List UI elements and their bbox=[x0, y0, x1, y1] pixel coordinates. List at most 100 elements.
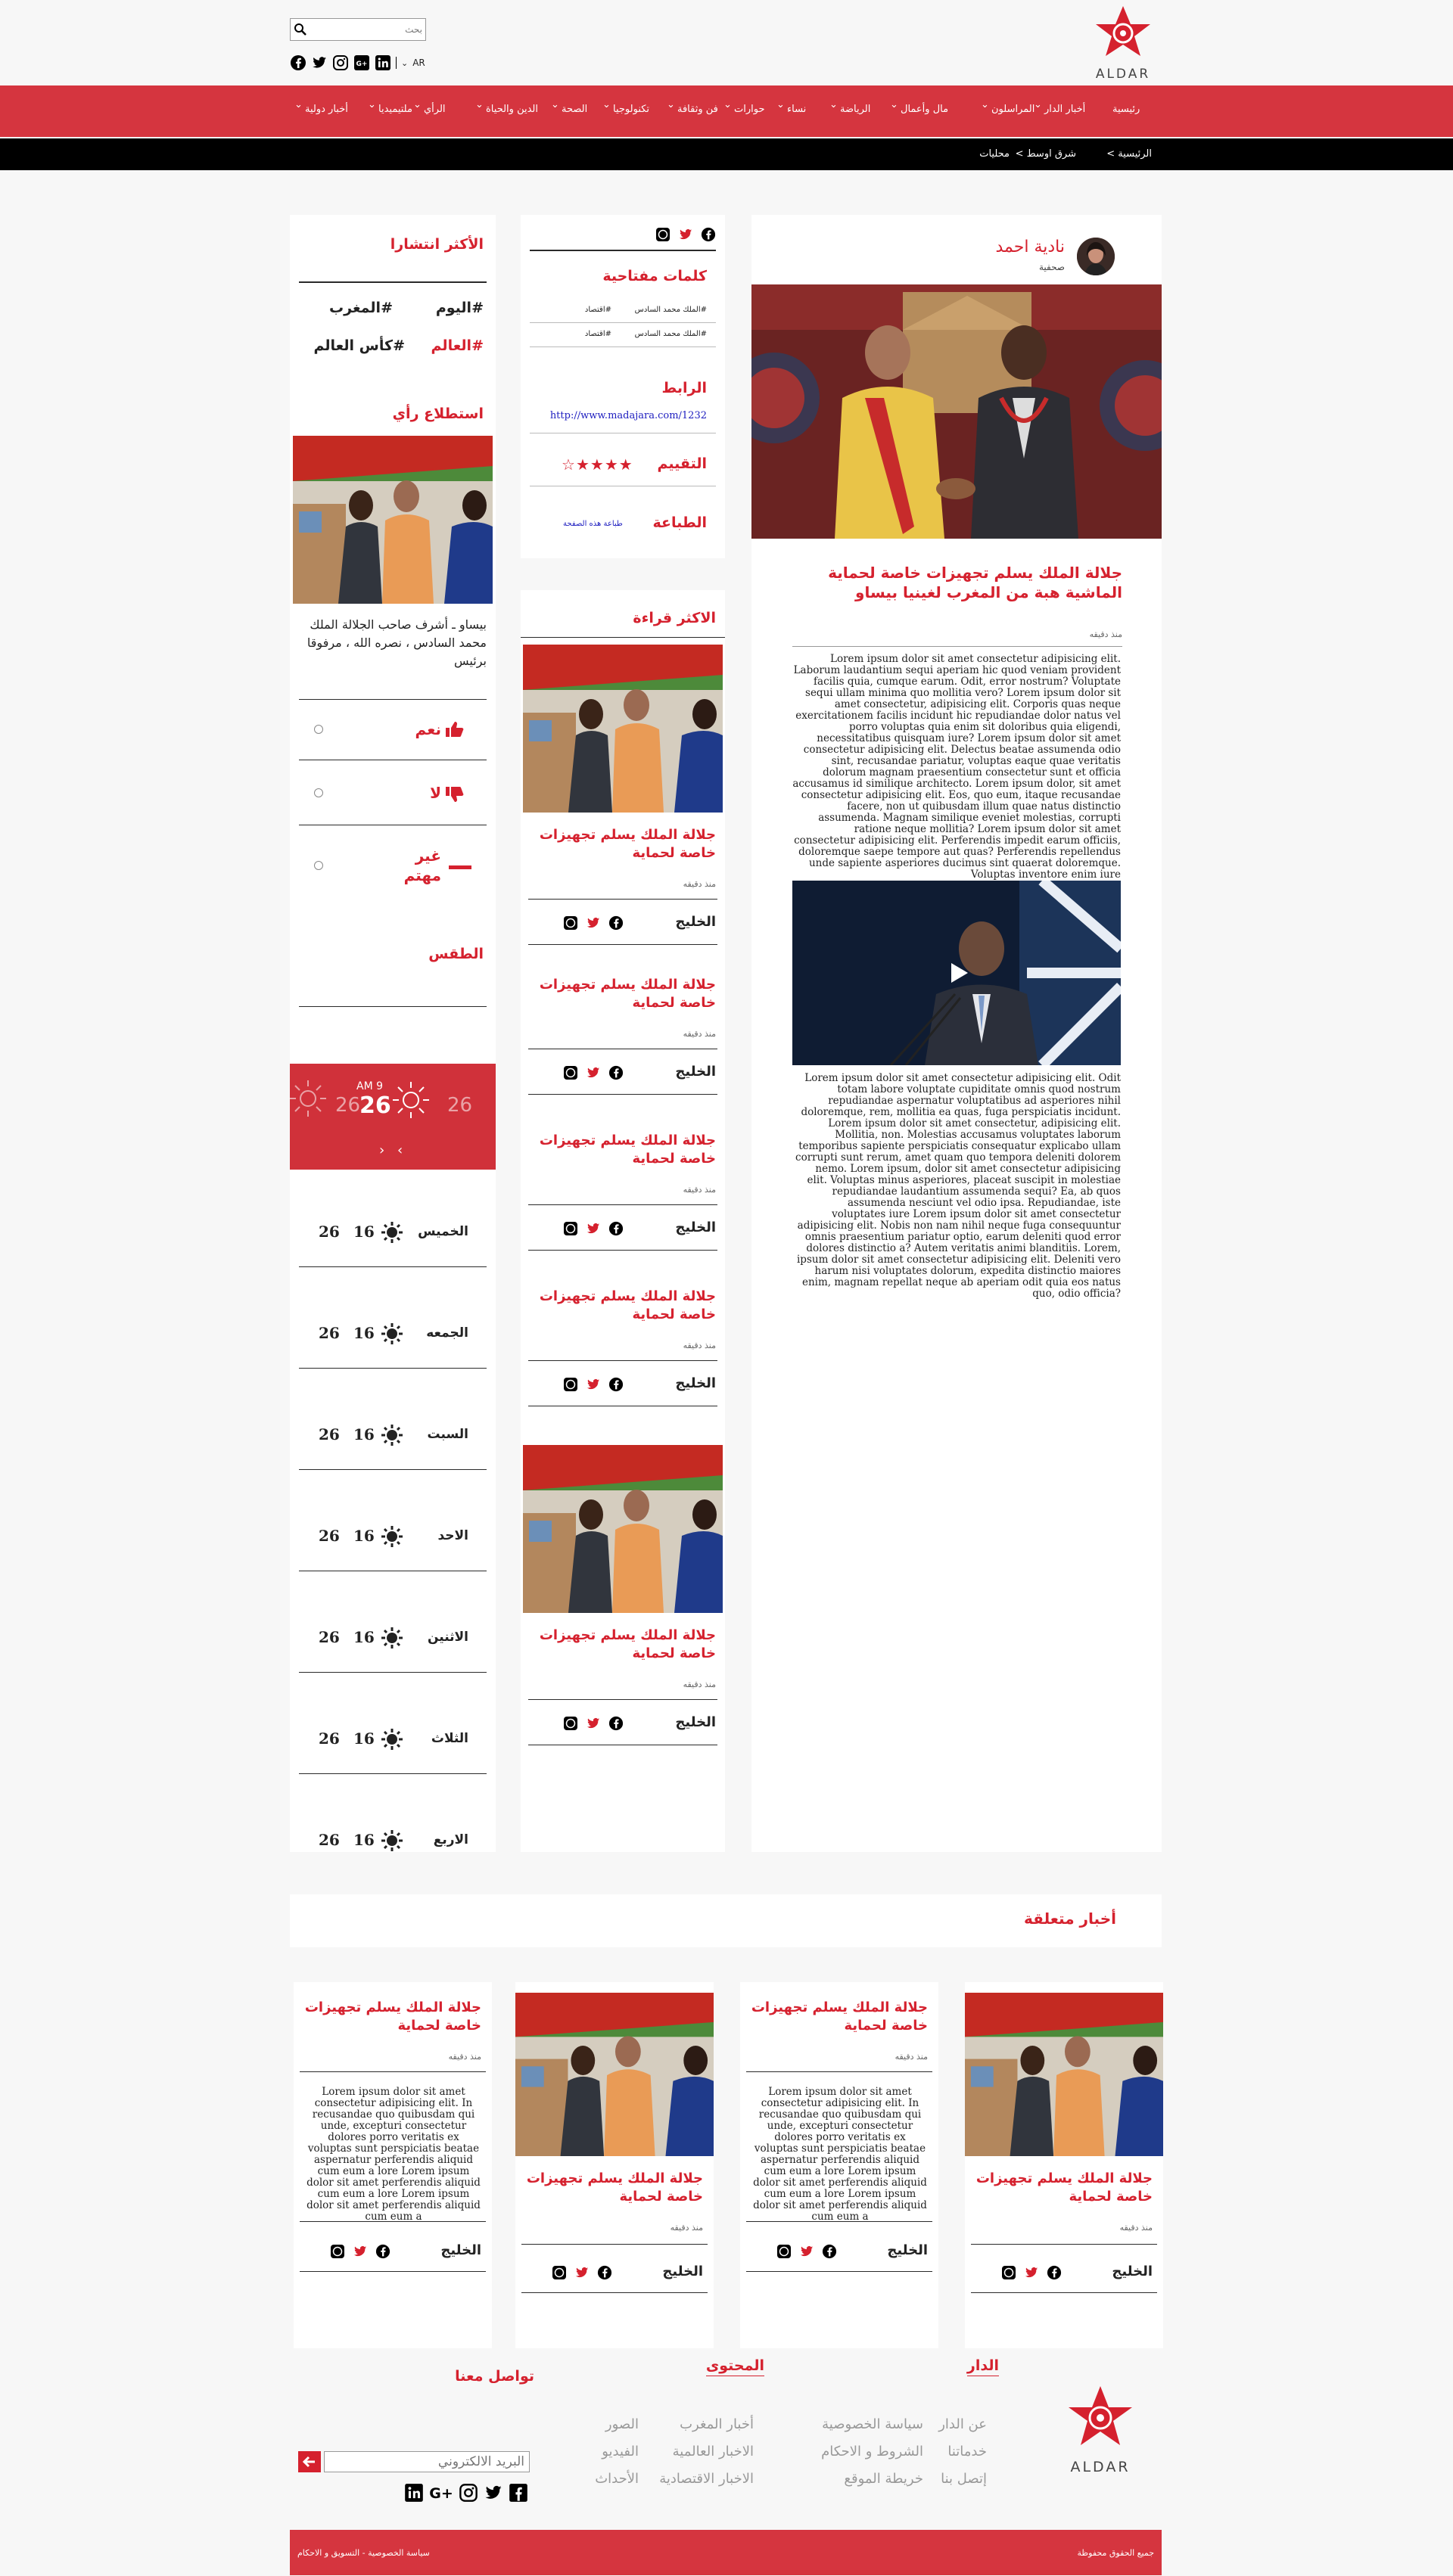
footer-link[interactable]: إتصل بنا bbox=[941, 2471, 987, 2487]
poll-option-neutral[interactable]: غير مهتم bbox=[299, 846, 487, 899]
related-card[interactable]: جلالة الملك يسلم تجهيزات خاصة لحماية منذ … bbox=[294, 1982, 492, 2348]
linkedin-icon[interactable] bbox=[404, 2483, 424, 2503]
chevron-down-icon[interactable]: ⌄ bbox=[981, 99, 989, 110]
footer-link[interactable]: الاخبار العالمية bbox=[673, 2444, 754, 2459]
slider-prev-icon[interactable]: ‹ bbox=[379, 1142, 384, 1158]
google-plus-icon[interactable]: G+ bbox=[428, 2483, 454, 2503]
related-card-title[interactable]: جلالة الملك يسلم تجهيزات خاصة لحماية bbox=[524, 2170, 703, 2206]
trending-tag[interactable]: #كأس العالم bbox=[314, 337, 405, 354]
chevron-down-icon[interactable]: ⌄ bbox=[475, 99, 484, 110]
footer-link[interactable]: الصور bbox=[605, 2416, 639, 2432]
twitter-icon[interactable] bbox=[586, 915, 601, 931]
tag-item[interactable]: #اقتصاد bbox=[585, 330, 611, 338]
nav-item[interactable]: تكنولوجيا bbox=[613, 104, 649, 115]
star-filled-icon[interactable]: ★ bbox=[590, 455, 605, 474]
article-main-image[interactable] bbox=[751, 284, 1162, 539]
tag-item[interactable]: #الملك محمد السادس bbox=[635, 306, 707, 314]
star-filled-icon[interactable]: ★ bbox=[605, 455, 619, 474]
twitter-icon[interactable] bbox=[799, 2244, 814, 2259]
lang-selector[interactable]: AR bbox=[412, 57, 425, 68]
chevron-down-icon[interactable]: ⌄ bbox=[551, 99, 559, 110]
star-filled-icon[interactable]: ★ bbox=[619, 455, 633, 474]
twitter-icon[interactable] bbox=[483, 2483, 504, 2503]
email-input[interactable] bbox=[324, 2451, 530, 2472]
author-name[interactable]: نادية احمد bbox=[995, 238, 1065, 256]
twitter-icon[interactable] bbox=[586, 1377, 601, 1392]
most-read-item-title[interactable]: جلالة الملك يسلم تجهيزات خاصة لحماية bbox=[534, 1132, 716, 1168]
facebook-icon[interactable] bbox=[608, 915, 624, 931]
nav-item[interactable]: أخبار الدار bbox=[1044, 104, 1085, 115]
facebook-icon[interactable] bbox=[608, 1377, 624, 1392]
poll-radio[interactable] bbox=[314, 788, 323, 797]
facebook-icon[interactable] bbox=[608, 1065, 624, 1080]
twitter-icon[interactable] bbox=[586, 1065, 601, 1080]
footer-link[interactable]: سياسة الخصوصية bbox=[822, 2416, 923, 2432]
footer-link[interactable]: أخبار المغرب bbox=[680, 2416, 754, 2432]
linkedin-icon[interactable] bbox=[375, 54, 391, 71]
footer-link[interactable]: الشروط و الاحكام bbox=[821, 2444, 923, 2459]
breadcrumb-item[interactable]: محليات bbox=[979, 148, 1010, 160]
facebook-icon[interactable] bbox=[509, 2483, 528, 2503]
policy-link[interactable]: سياسة الخصوصية - التسويق و الاحكام bbox=[297, 2548, 430, 2558]
instagram-icon[interactable] bbox=[332, 54, 349, 71]
nav-item[interactable]: رئيسية bbox=[1112, 104, 1140, 115]
twitter-icon[interactable] bbox=[586, 1716, 601, 1731]
whatsapp-icon[interactable] bbox=[552, 2265, 567, 2280]
whatsapp-icon[interactable] bbox=[563, 915, 578, 931]
poll-option-yes[interactable]: نعم bbox=[299, 711, 487, 749]
related-card[interactable]: جلالة الملك يسلم تجهيزات خاصة لحماية منذ … bbox=[515, 1982, 714, 2348]
tag-item[interactable]: #الملك محمد السادس bbox=[635, 330, 707, 338]
nav-item[interactable]: مال وأعمال bbox=[901, 104, 948, 115]
poll-radio[interactable] bbox=[314, 861, 323, 870]
related-card-image[interactable] bbox=[515, 1993, 714, 2156]
most-read-image[interactable] bbox=[523, 645, 723, 813]
footer-link[interactable]: الأحداث bbox=[595, 2471, 639, 2487]
chevron-down-icon[interactable]: ⌄ bbox=[890, 99, 898, 110]
google-plus-icon[interactable]: G+ bbox=[353, 54, 370, 71]
twitter-icon[interactable] bbox=[311, 54, 328, 71]
related-card[interactable]: جلالة الملك يسلم تجهيزات خاصة لحماية منذ … bbox=[965, 1982, 1163, 2348]
trending-tag[interactable]: #المغرب bbox=[329, 300, 393, 316]
twitter-icon[interactable] bbox=[353, 2244, 368, 2259]
nav-item[interactable]: أخبار دولية bbox=[305, 104, 348, 115]
nav-item[interactable]: الصحة bbox=[562, 104, 587, 115]
footer-link[interactable]: خدماتنا bbox=[947, 2444, 987, 2459]
chevron-down-icon[interactable]: ⌄ bbox=[723, 99, 732, 110]
tag-item[interactable]: #اقتصاد bbox=[585, 306, 611, 314]
star-filled-icon[interactable]: ★ bbox=[576, 455, 590, 474]
search-box[interactable] bbox=[290, 18, 426, 41]
twitter-icon[interactable] bbox=[678, 227, 693, 242]
nav-item[interactable]: الرياضة bbox=[840, 104, 870, 115]
chevron-down-icon[interactable]: ⌄ bbox=[667, 99, 675, 110]
site-logo[interactable]: ALDAR bbox=[1088, 5, 1158, 82]
nav-item[interactable]: حوارات bbox=[734, 104, 765, 115]
slider-next-icon[interactable]: › bbox=[397, 1142, 403, 1158]
nav-item[interactable]: ملتيميديا bbox=[378, 104, 412, 115]
most-read-item-title[interactable]: جلالة الملك يسلم تجهيزات خاصة لحماية bbox=[534, 976, 716, 1012]
footer-link[interactable]: عن الدار bbox=[938, 2416, 987, 2432]
facebook-icon[interactable] bbox=[1047, 2265, 1062, 2280]
facebook-icon[interactable] bbox=[701, 227, 716, 242]
nav-item[interactable]: الرأي bbox=[424, 104, 446, 115]
chevron-down-icon[interactable]: ⌄ bbox=[602, 99, 611, 110]
nav-item[interactable]: الدين والحياة bbox=[486, 104, 538, 115]
author-avatar[interactable] bbox=[1077, 238, 1115, 275]
chevron-down-icon[interactable]: ⌄ bbox=[776, 99, 785, 110]
most-read-image[interactable] bbox=[523, 1445, 723, 1613]
facebook-icon[interactable] bbox=[290, 54, 306, 71]
chevron-down-icon[interactable]: ⌄ bbox=[294, 99, 303, 110]
related-card[interactable]: جلالة الملك يسلم تجهيزات خاصة لحماية منذ … bbox=[740, 1982, 938, 2348]
facebook-icon[interactable] bbox=[822, 2244, 837, 2259]
twitter-icon[interactable] bbox=[1024, 2265, 1039, 2280]
related-card-image[interactable] bbox=[965, 1993, 1163, 2156]
whatsapp-icon[interactable] bbox=[655, 227, 670, 242]
lang-chevron-icon[interactable]: ⌄ bbox=[401, 58, 408, 68]
nav-item[interactable]: نساء bbox=[787, 104, 806, 115]
whatsapp-icon[interactable] bbox=[563, 1716, 578, 1731]
search-icon[interactable] bbox=[294, 23, 307, 39]
poll-image[interactable] bbox=[293, 436, 493, 604]
chevron-down-icon[interactable]: ⌄ bbox=[368, 99, 376, 110]
chevron-down-icon[interactable]: ⌄ bbox=[829, 99, 838, 110]
most-read-item-title[interactable]: جلالة الملك يسلم تجهيزات خاصة لحماية bbox=[534, 1627, 716, 1663]
chevron-down-icon[interactable]: ⌄ bbox=[1034, 99, 1042, 110]
